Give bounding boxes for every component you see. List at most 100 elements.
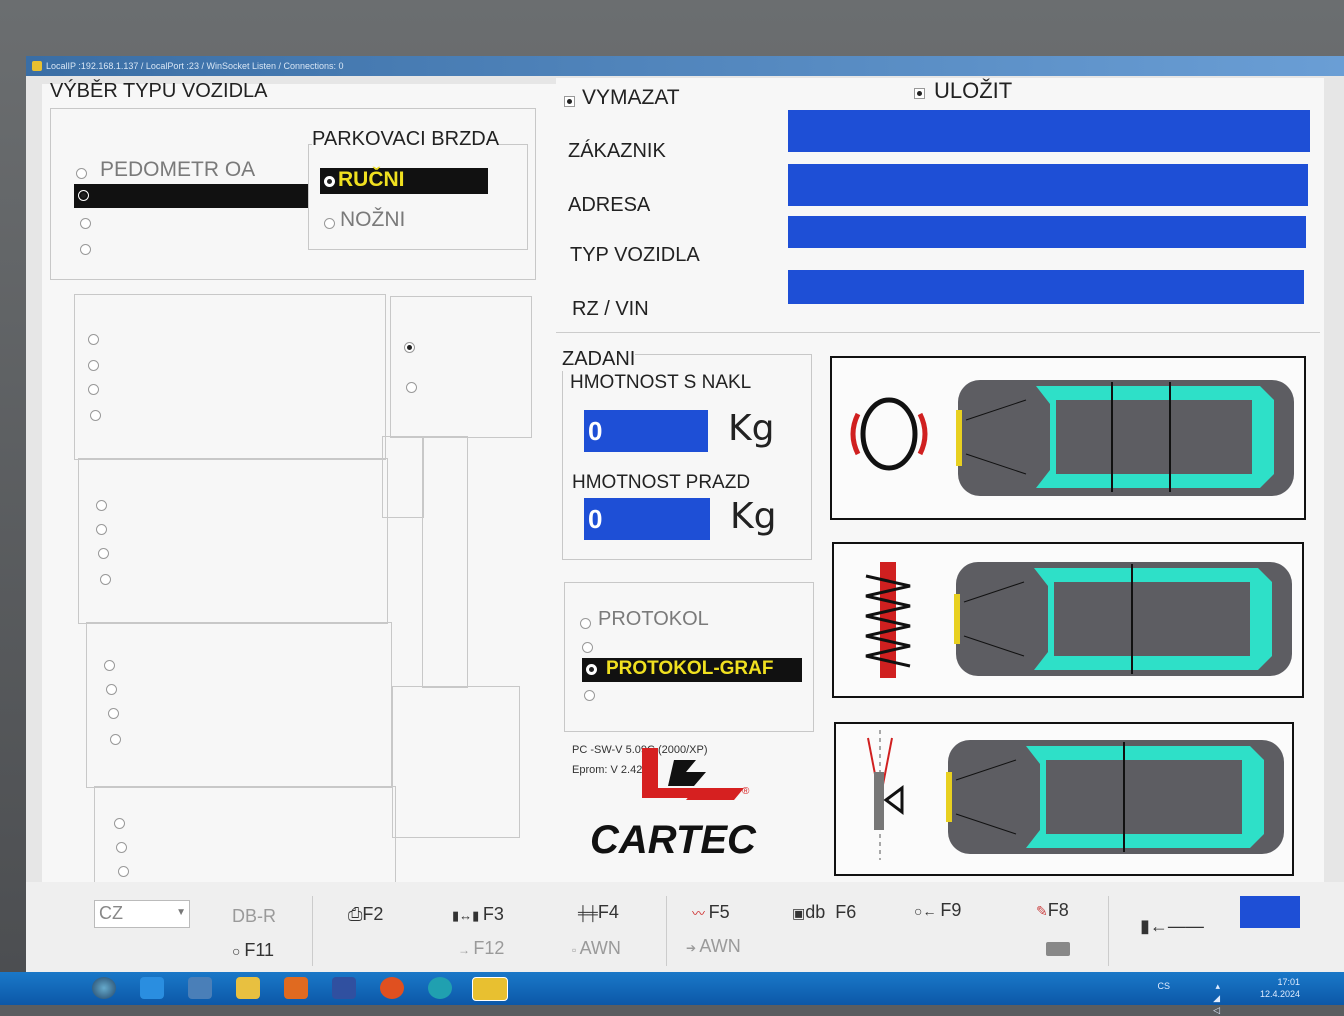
fkey-f6[interactable]: ▣db F6 [792, 902, 856, 923]
sub2-radio-2[interactable] [96, 524, 107, 535]
sub1-radio-1[interactable] [88, 334, 99, 345]
car-frame-suspension[interactable] [832, 542, 1304, 698]
sub1-radio-2[interactable] [88, 360, 99, 371]
protokol-graf-label: PROTOKOL-GRAF [606, 658, 774, 679]
sub4-radio-3[interactable] [118, 866, 129, 877]
separator-2 [666, 896, 667, 966]
sub1-radio-4[interactable] [90, 410, 101, 421]
back-button[interactable]: ▮←—— [1116, 902, 1224, 954]
fkey-f5[interactable]: 〰 F5 [692, 902, 730, 923]
vehicle-subgroup-column-2 [422, 436, 468, 688]
rz-vin-input[interactable] [788, 270, 1304, 304]
vehicle-type-title: VÝBĚR TYPU VOZIDLA [50, 80, 268, 102]
parking-brake-title: PARKOVACI BRZDA [312, 128, 500, 151]
car-frame-alignment[interactable] [834, 722, 1294, 876]
protokol-label: PROTOKOL [598, 608, 709, 630]
pedometr-radio[interactable] [76, 168, 87, 179]
address-label: ADRESA [568, 194, 651, 216]
player-icon[interactable] [284, 977, 308, 999]
protokol-radio[interactable] [580, 618, 591, 629]
axle-icon: ▮↔▮ [452, 908, 483, 923]
sub2-radio-4[interactable] [100, 574, 111, 585]
fkey-awn-2[interactable]: ➔ AWN [686, 936, 741, 957]
tray-language: CS [1157, 981, 1170, 991]
firefox-icon[interactable] [380, 977, 404, 999]
sub3-radio-4[interactable] [110, 734, 121, 745]
keyboard-icon[interactable] [1046, 942, 1070, 956]
eprom-version: Eprom: V 2.42 [572, 764, 643, 776]
vymazat-checkbox[interactable] [564, 96, 575, 107]
language-select[interactable]: CZ ▼ [94, 900, 190, 928]
sub4-radio-1[interactable] [114, 818, 125, 829]
brake-nozni-radio[interactable] [324, 218, 335, 229]
start-button-icon[interactable] [92, 977, 116, 999]
separator-1 [312, 896, 313, 966]
fkey-f4[interactable]: ╪╪F4 [578, 902, 619, 923]
subright-radio-1[interactable] [404, 342, 415, 353]
status-blue-indicator [1240, 896, 1300, 928]
sub2-radio-1[interactable] [96, 500, 107, 511]
cartec-app-icon[interactable] [472, 977, 508, 1001]
pen-icon: ✎ [1036, 903, 1048, 919]
protokol-graf-radio[interactable] [586, 664, 597, 675]
address-input[interactable] [788, 164, 1308, 206]
folder-icon[interactable] [236, 977, 260, 999]
ie-browser-icon[interactable] [140, 977, 164, 999]
fkey-f11[interactable]: ○ F11 [232, 940, 274, 961]
sub1-radio-3[interactable] [88, 384, 99, 395]
fkey-f3[interactable]: ▮↔▮ F3 [452, 904, 504, 925]
fkey-f12[interactable]: → F12 [458, 938, 504, 959]
rz-vin-label: RZ / VIN [572, 298, 649, 320]
vehicle-type-radio-2[interactable] [78, 190, 89, 201]
awn-icon: ▫ [572, 943, 580, 957]
zadani-title: ZADANI [562, 348, 636, 371]
app-icon [32, 61, 42, 71]
sub3-radio-1[interactable] [104, 660, 115, 671]
vehicle-type-input[interactable] [788, 216, 1306, 248]
sub3-radio-3[interactable] [108, 708, 119, 719]
circle-icon: ○ [232, 943, 245, 959]
customer-input[interactable] [788, 110, 1310, 152]
vymazat-label[interactable]: VYMAZAT [582, 86, 680, 110]
fkey-awn-2-label: AWN [699, 936, 741, 956]
mass-empty-input[interactable]: 0 [584, 498, 710, 540]
mass-loaded-input[interactable]: 0 [584, 410, 708, 452]
vehicle-type-panel: VÝBĚR TYPU VOZIDLA PEDOMETR OA PARKOVACI… [42, 80, 562, 884]
customer-label: ZÁKAZNIK [568, 140, 666, 162]
fkey-f6-label: db F6 [805, 902, 857, 922]
customer-panel: VYMAZAT ULOŽIT ZÁKAZNIK ADRESA TYP VOZID… [556, 78, 1324, 884]
floppy-icon[interactable] [332, 977, 356, 999]
printer-icon: ⎙ [348, 904, 363, 924]
fkey-f8-label: F8 [1047, 900, 1069, 920]
vehicle-type-radio-3[interactable] [80, 218, 91, 229]
back-arrow-icon-large: ▮←—— [1140, 916, 1204, 936]
vehicle-type-radio-4[interactable] [80, 244, 91, 255]
brake-rucni-label: RUČNI [338, 168, 405, 191]
sub3-radio-2[interactable] [106, 684, 117, 695]
vehicle-type-selected-row[interactable] [74, 184, 308, 208]
subright-radio-2[interactable] [406, 382, 417, 393]
function-key-bar: CZ ▼ DB-R ⎙F2 ▮↔▮ F3 ╪╪F4 〰 F5 ▣db F6 ○←… [26, 882, 1344, 974]
brake-test-icon: ╪╪ [578, 905, 598, 921]
sub4-radio-2[interactable] [116, 842, 127, 853]
brake-rucni-radio[interactable] [324, 176, 335, 187]
fkey-f2[interactable]: ⎙F2 [348, 904, 383, 925]
protocol-group [564, 582, 814, 732]
svg-text:®: ® [742, 786, 750, 797]
chevron-down-icon: ▼ [176, 907, 186, 918]
protocol-radio-blank-1[interactable] [582, 642, 593, 653]
car-frame-wheel[interactable] [830, 356, 1306, 520]
sub2-radio-3[interactable] [98, 548, 109, 559]
fkey-f11-label: F11 [244, 940, 275, 960]
fkey-db-r[interactable]: DB-R [232, 906, 276, 927]
media-icon[interactable] [188, 977, 212, 999]
fkey-f8[interactable]: ✎F8 [1036, 900, 1069, 921]
ulozit-checkbox[interactable] [914, 88, 925, 99]
fkey-f4-label: F4 [597, 902, 619, 922]
protocol-radio-blank-2[interactable] [584, 690, 595, 701]
fkey-awn-1[interactable]: ▫ AWN [572, 938, 621, 959]
save-icon: ▣ [792, 905, 806, 921]
ulozit-label[interactable]: ULOŽIT [934, 78, 1012, 104]
fkey-f9[interactable]: ○← F9 [914, 900, 961, 921]
edge-icon[interactable] [428, 977, 452, 999]
